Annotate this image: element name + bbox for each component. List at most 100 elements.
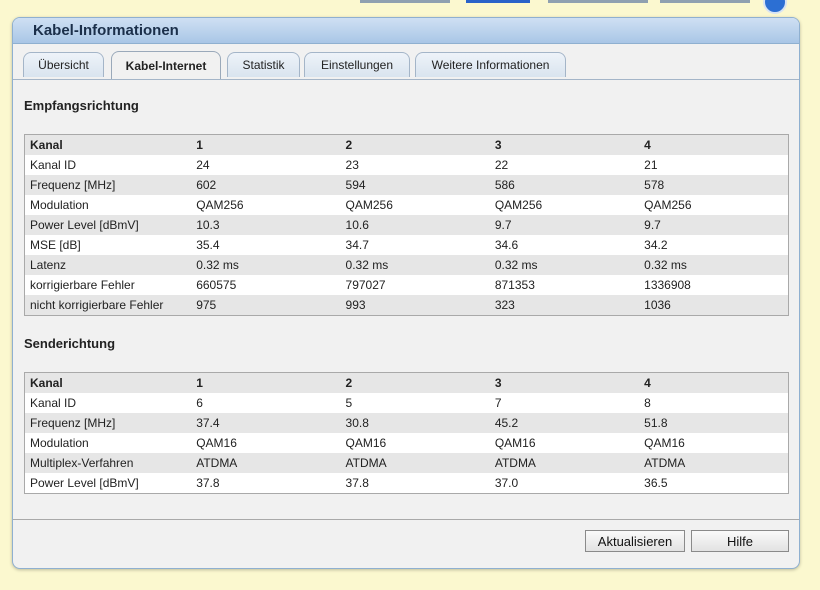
cropped-text (548, 0, 648, 3)
table-cell: QAM256 (494, 198, 543, 212)
table-cell: 975 (191, 295, 341, 316)
column-header: 1 (191, 134, 341, 155)
column-header: Kanal (24, 372, 192, 393)
table-header-row: Kanal 1 2 3 4 (24, 372, 789, 393)
table-cell: 586 (489, 175, 640, 195)
cropped-link[interactable] (466, 0, 530, 3)
table-cell: 35.4 (196, 238, 220, 252)
row-label: Kanal ID (30, 396, 77, 410)
cable-info-window: Kabel-Informationen Übersicht Kabel-Inte… (12, 17, 800, 569)
table-cell: 323 (489, 295, 640, 316)
table-cell: 660575 (196, 278, 237, 292)
table-cell: 7 (494, 396, 502, 410)
tab-cable-internet[interactable]: Kabel-Internet (111, 51, 221, 79)
table-cell: 10.3 (191, 215, 341, 235)
tab-statistics[interactable]: Statistik (227, 52, 300, 77)
table-cell: ATDMA (489, 453, 640, 473)
row-label: Modulation (30, 198, 89, 212)
downstream-title: Empfangsrichtung (24, 98, 139, 113)
table-cell: ATDMA (639, 453, 789, 473)
table-cell: 37.0 (494, 476, 519, 490)
window-title: Kabel-Informationen (13, 18, 799, 44)
row-label: Frequenz [MHz] (24, 175, 192, 195)
table-cell: 24 (196, 158, 210, 172)
table-cell: QAM256 (345, 198, 393, 212)
table-row: Modulation QAM16 QAM16 QAM16 QAM16 (25, 433, 789, 453)
cropped-text (360, 0, 450, 3)
table-cell: 22 (494, 158, 509, 172)
row-label: korrigierbare Fehler (30, 278, 135, 292)
tab-bar: Übersicht Kabel-Internet Statistik Einst… (23, 51, 799, 79)
table-cell: 10.6 (340, 215, 490, 235)
tab-settings[interactable]: Einstellungen (304, 52, 410, 77)
table-row: Frequenz [MHz] 602 594 586 578 (24, 175, 789, 195)
table-row: Kanal ID 24 23 22 21 (25, 155, 789, 175)
help-button[interactable]: Hilfe (691, 530, 789, 552)
table-cell: 1036 (639, 295, 789, 316)
table-cell: 578 (639, 175, 789, 195)
tab-more-info[interactable]: Weitere Informationen (415, 52, 566, 77)
help-icon[interactable] (763, 0, 787, 14)
table-cell: QAM16 (494, 436, 536, 450)
table-cell: 0.32 ms (639, 255, 789, 275)
table-cell: 34.2 (644, 238, 668, 252)
table-row: Power Level [dBmV] 10.3 10.6 9.7 9.7 (24, 215, 789, 235)
table-cell: ATDMA (340, 453, 490, 473)
table-row: Modulation QAM256 QAM256 QAM256 QAM256 (25, 195, 789, 215)
table-cell: 37.8 (196, 476, 220, 490)
table-row: korrigierbare Fehler 660575 797027 871353 13… (25, 275, 789, 295)
table-cell: QAM16 (345, 436, 387, 450)
tab-divider (13, 79, 799, 80)
column-header: 4 (639, 134, 789, 155)
table-cell: 37.8 (345, 476, 369, 490)
table-cell: 5 (345, 396, 353, 410)
table-row: Frequenz [MHz] 37.4 30.8 45.2 51.8 (24, 413, 789, 433)
table-cell: 30.8 (340, 413, 490, 433)
column-header: 3 (489, 134, 640, 155)
table-cell: 0.32 ms (489, 255, 640, 275)
table-cell: 1336908 (644, 278, 691, 292)
refresh-button[interactable]: Aktualisieren (585, 530, 685, 552)
table-row: nicht korrigierbare Fehler 975 993 323 1036 (24, 295, 789, 316)
column-header: 2 (340, 134, 490, 155)
table-cell: 36.5 (644, 476, 668, 490)
table-cell: ATDMA (191, 453, 341, 473)
upstream-table: Kanal 1 2 3 4 Kanal ID 6 5 7 8 Frequenz [MHz] 37.4 3… (24, 372, 789, 494)
row-label: Latenz (24, 255, 192, 275)
column-header: 3 (489, 372, 640, 393)
table-cell: 23 (345, 158, 359, 172)
table-row: Power Level [dBmV] 37.8 37.8 37.0 36.5 (25, 473, 789, 494)
table-row: Multiplex-Verfahren ATDMA ATDMA ATDMA ATDMA (24, 453, 789, 473)
table-cell: 37.4 (191, 413, 341, 433)
column-header: 1 (191, 372, 341, 393)
table-cell: 993 (340, 295, 490, 316)
column-header: 4 (639, 372, 789, 393)
row-label: MSE [dB] (30, 238, 81, 252)
table-row: Latenz 0.32 ms 0.32 ms 0.32 ms 0.32 ms (24, 255, 789, 275)
table-header-row: Kanal 1 2 3 4 (24, 134, 789, 155)
table-cell: QAM256 (196, 198, 244, 212)
row-label: Frequenz [MHz] (24, 413, 192, 433)
table-cell: 8 (644, 396, 651, 410)
column-header: Kanal (24, 134, 192, 155)
table-cell: 34.7 (345, 238, 369, 252)
footer-divider (13, 519, 799, 520)
downstream-table: Kanal 1 2 3 4 Kanal ID 24 23 22 21 Frequenz [MHz] 6… (24, 134, 789, 316)
table-cell: 0.32 ms (191, 255, 341, 275)
table-cell: 51.8 (639, 413, 789, 433)
table-cell: QAM256 (644, 198, 692, 212)
table-cell: 6 (196, 396, 203, 410)
top-strip (0, 0, 820, 16)
row-label: nicht korrigierbare Fehler (24, 295, 192, 316)
table-row: MSE [dB] 35.4 34.7 34.6 34.2 (25, 235, 789, 255)
tab-overview[interactable]: Übersicht (23, 52, 104, 77)
cropped-text (660, 0, 750, 3)
table-cell: 21 (644, 158, 658, 172)
row-label: Kanal ID (30, 158, 77, 172)
table-cell: 594 (340, 175, 490, 195)
row-label: Multiplex-Verfahren (24, 453, 192, 473)
table-cell: 9.7 (489, 215, 640, 235)
table-cell: 871353 (494, 278, 535, 292)
table-cell: 602 (191, 175, 341, 195)
column-header: 2 (340, 372, 490, 393)
